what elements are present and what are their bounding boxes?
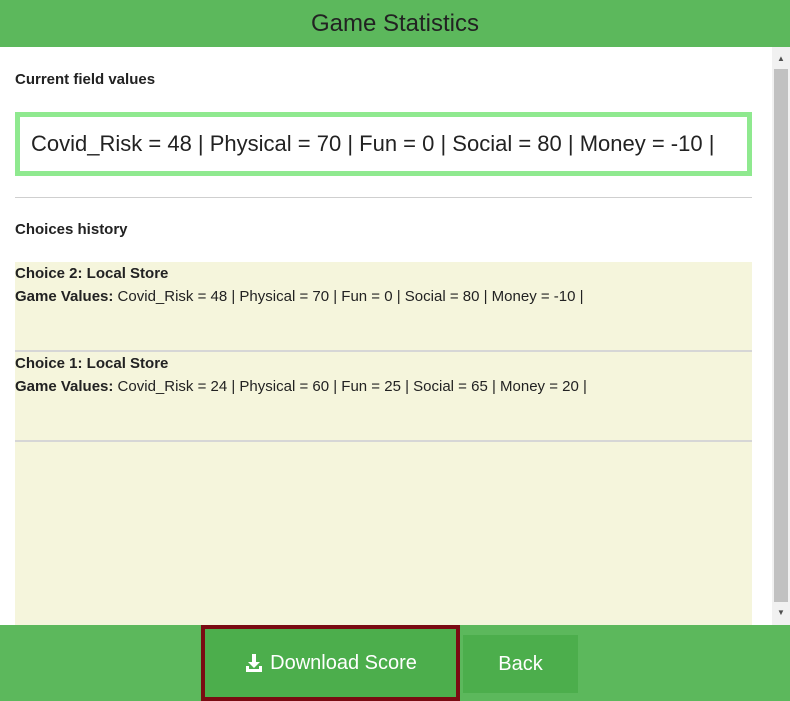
history-item: Choice 1: Local Store Game Values: Covid…	[15, 352, 752, 442]
game-values-text: Covid_Risk = 24 | Physical = 60 | Fun = …	[113, 378, 587, 395]
choices-history-list: Choice 2: Local Store Game Values: Covid…	[15, 262, 752, 625]
statistics-panel: Current field values Covid_Risk = 48 | P…	[0, 47, 772, 625]
vertical-scrollbar[interactable]: ▲ ▼	[772, 47, 790, 625]
current-values-text: Covid_Risk = 48 | Physical = 70 | Fun = …	[31, 131, 715, 156]
game-values-text: Covid_Risk = 48 | Physical = 70 | Fun = …	[113, 288, 584, 305]
game-values-label: Game Values:	[15, 288, 114, 305]
title-bar: Game Statistics	[0, 0, 790, 47]
download-score-label: Download Score	[270, 651, 417, 674]
history-item-values: Game Values: Covid_Risk = 48 | Physical …	[15, 286, 752, 308]
back-button[interactable]: Back	[463, 635, 578, 693]
footer-bar: Download Score Back	[0, 625, 790, 701]
history-item-values: Game Values: Covid_Risk = 24 | Physical …	[15, 376, 752, 398]
scroll-up-arrow-icon[interactable]: ▲	[772, 50, 790, 67]
history-item-title: Choice 2: Local Store	[15, 265, 169, 282]
section-divider	[15, 197, 752, 198]
game-values-label: Game Values:	[15, 378, 114, 395]
scrollbar-thumb[interactable]	[774, 69, 788, 602]
back-label: Back	[498, 652, 543, 675]
current-values-label: Current field values	[15, 71, 156, 88]
page-title: Game Statistics	[310, 9, 480, 37]
scroll-down-arrow-icon[interactable]: ▼	[772, 604, 790, 621]
history-item-title: Choice 1: Local Store	[15, 355, 169, 372]
history-item: Choice 2: Local Store Game Values: Covid…	[15, 262, 752, 352]
choices-history-label: Choices history	[15, 221, 128, 238]
download-score-button[interactable]: Download Score	[201, 625, 460, 701]
download-icon	[244, 653, 264, 673]
current-values-box: Covid_Risk = 48 | Physical = 70 | Fun = …	[15, 112, 752, 176]
